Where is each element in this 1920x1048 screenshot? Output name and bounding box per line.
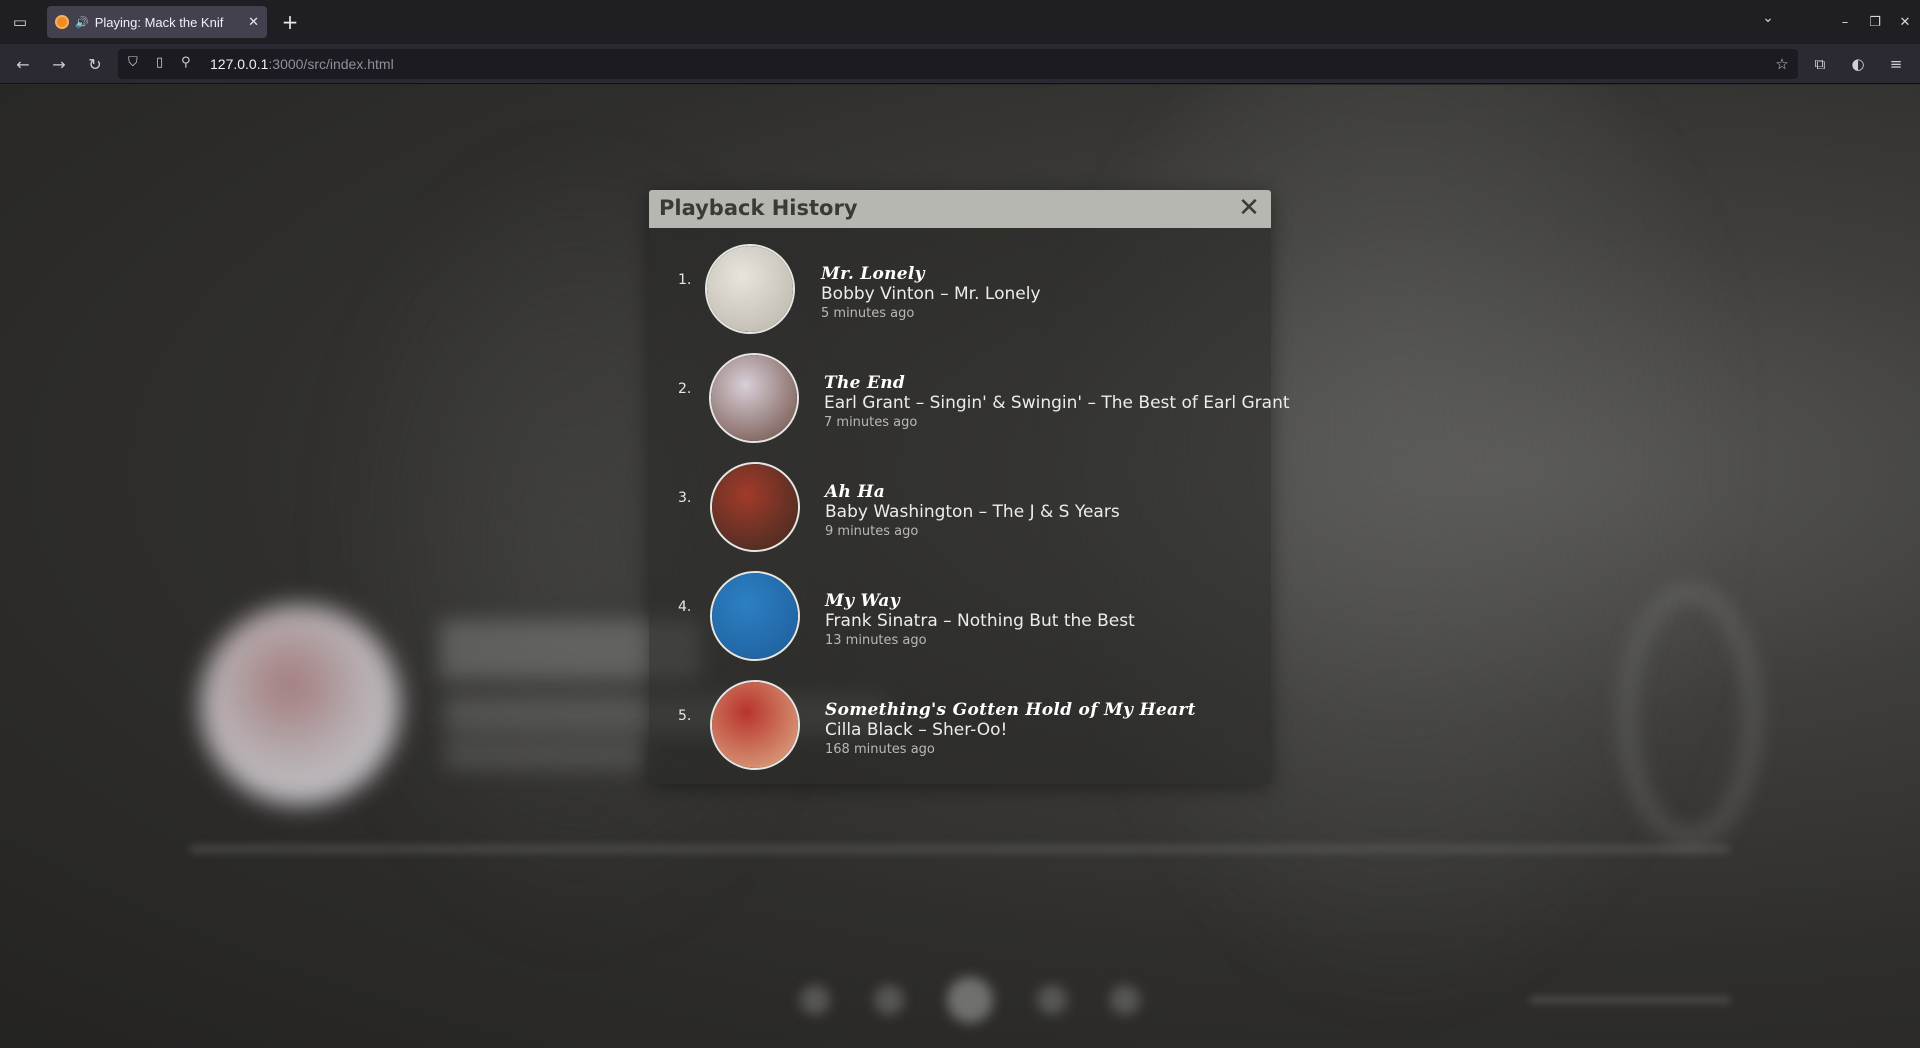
history-item[interactable]: 2. The End Earl Grant – Singin' & Swingin'… bbox=[649, 337, 1290, 443]
album-art bbox=[705, 244, 795, 334]
album-art bbox=[710, 571, 800, 661]
play-pause-icon bbox=[947, 977, 993, 1023]
shuffle-icon bbox=[800, 985, 830, 1015]
history-item-title: Mr. Lonely bbox=[821, 264, 925, 284]
browser-tab-active[interactable]: 🔊 Playing: Mack the Knif ✕ bbox=[47, 6, 267, 38]
minimize-icon[interactable]: – bbox=[1830, 15, 1860, 30]
history-item[interactable]: 3. Ah Ha Baby Washington – The J & S Years… bbox=[649, 446, 1271, 552]
background-artwork-detail bbox=[1620, 585, 1760, 845]
restore-icon[interactable]: ❐ bbox=[1860, 15, 1890, 30]
player-controls bbox=[800, 977, 1140, 1023]
history-item[interactable]: 5. Something's Gotten Hold of My Heart Cil… bbox=[649, 664, 1271, 770]
bookmark-star-icon[interactable]: ☆ bbox=[1770, 52, 1794, 76]
repeat-icon bbox=[1110, 985, 1140, 1015]
next-icon bbox=[1036, 985, 1067, 1015]
new-tab-button[interactable]: + bbox=[278, 10, 302, 34]
history-item[interactable]: 1. Mr. Lonely Bobby Vinton – Mr. Lonely 5 m… bbox=[649, 228, 1271, 334]
url-text[interactable]: 127.0.0.1:3000/src/index.html bbox=[210, 56, 394, 72]
tab-close-icon[interactable]: ✕ bbox=[248, 15, 259, 30]
history-item-artist-album: Cilla Black – Sher-Oo! bbox=[825, 720, 1008, 740]
modal-header: Playback History ✕ bbox=[649, 190, 1271, 228]
history-item-title: The End bbox=[824, 373, 906, 393]
url-bar[interactable]: ⛉ ▯ ⚲ 127.0.0.1:3000/src/index.html bbox=[118, 49, 1798, 79]
forward-icon[interactable]: → bbox=[47, 52, 71, 76]
history-item-time: 5 minutes ago bbox=[821, 306, 915, 321]
tracking-shield-icon[interactable]: ⛉ bbox=[128, 55, 138, 70]
history-item-artist-album: Earl Grant – Singin' & Swingin' – The Be… bbox=[824, 393, 1290, 413]
now-playing-time bbox=[445, 740, 645, 770]
history-item-number: 1. bbox=[678, 272, 692, 288]
playback-history-modal: Playback History ✕ 1. Mr. Lonely Bobby Vin… bbox=[649, 190, 1290, 784]
history-item-time: 168 minutes ago bbox=[825, 742, 935, 757]
history-item-time: 13 minutes ago bbox=[825, 633, 927, 648]
history-item-artist-album: Frank Sinatra – Nothing But the Best bbox=[825, 611, 1135, 631]
close-icon[interactable]: ✕ bbox=[1235, 193, 1263, 223]
permissions-icon[interactable]: ⚲ bbox=[181, 55, 191, 70]
tab-list-icon[interactable]: ▭ bbox=[8, 10, 32, 34]
history-item-time: 7 minutes ago bbox=[824, 415, 918, 430]
history-item-artist-album: Baby Washington – The J & S Years bbox=[825, 502, 1120, 522]
history-item-number: 2. bbox=[678, 381, 692, 397]
history-item[interactable]: 4. My Way Frank Sinatra – Nothing But the … bbox=[649, 555, 1271, 661]
album-art bbox=[709, 353, 799, 443]
list-all-tabs-icon[interactable]: ⌄ bbox=[1756, 10, 1780, 26]
album-art bbox=[710, 680, 800, 770]
album-art bbox=[710, 462, 800, 552]
reload-icon[interactable]: ↻ bbox=[83, 52, 107, 76]
modal-title: Playback History bbox=[659, 196, 858, 220]
audio-playing-icon[interactable]: 🔊 bbox=[75, 16, 89, 29]
back-icon[interactable]: ← bbox=[11, 52, 35, 76]
account-icon[interactable]: ◐ bbox=[1846, 52, 1870, 76]
close-window-icon[interactable]: ✕ bbox=[1890, 15, 1920, 30]
progress-bar bbox=[190, 845, 1730, 853]
menu-icon[interactable]: ≡ bbox=[1884, 52, 1908, 76]
history-item-number: 5. bbox=[678, 708, 692, 724]
page-info-icon[interactable]: ▯ bbox=[156, 55, 163, 70]
history-item-title: My Way bbox=[825, 591, 900, 611]
browser-tab-bar: ▭ 🔊 Playing: Mack the Knif ✕ + ⌄ – ❐ ✕ bbox=[0, 0, 1920, 44]
now-playing-art bbox=[200, 605, 400, 805]
firefox-favicon-icon bbox=[55, 15, 69, 29]
previous-icon bbox=[873, 985, 904, 1015]
history-item-number: 4. bbox=[678, 599, 692, 615]
volume-slider bbox=[1530, 997, 1730, 1003]
window-controls: – ❐ ✕ bbox=[1830, 0, 1920, 44]
navigation-bar: ← → ↻ ⛉ ▯ ⚲ 127.0.0.1:3000/src/index.htm… bbox=[0, 44, 1920, 84]
tab-title: Playing: Mack the Knif bbox=[94, 14, 224, 30]
extensions-icon[interactable]: ⧉ bbox=[1808, 52, 1832, 76]
history-item-number: 3. bbox=[678, 490, 692, 506]
history-item-time: 9 minutes ago bbox=[825, 524, 919, 539]
history-item-artist-album: Bobby Vinton – Mr. Lonely bbox=[821, 284, 1041, 304]
history-item-title: Something's Gotten Hold of My Heart bbox=[825, 700, 1196, 720]
player-background: Playback History ✕ 1. Mr. Lonely Bobby Vin… bbox=[0, 85, 1920, 1048]
history-item-title: Ah Ha bbox=[825, 482, 886, 502]
